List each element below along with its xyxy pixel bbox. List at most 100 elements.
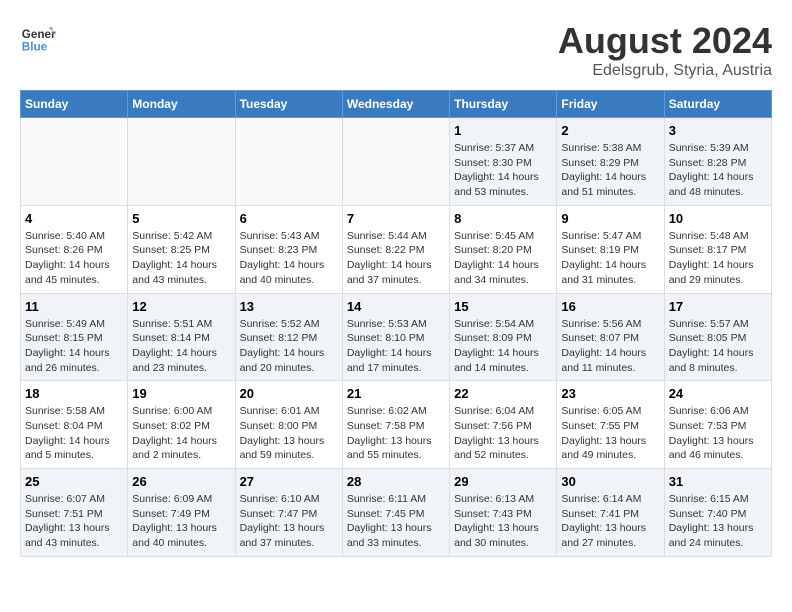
- day-number: 15: [454, 299, 552, 314]
- day-info: Sunrise: 6:13 AM Sunset: 7:43 PM Dayligh…: [454, 492, 552, 551]
- calendar-cell: 5 Sunrise: 5:42 AM Sunset: 8:25 PM Daylig…: [128, 205, 235, 293]
- day-number: 20: [240, 386, 338, 401]
- day-number: 22: [454, 386, 552, 401]
- day-header-saturday: Saturday: [664, 91, 771, 118]
- day-info: Sunrise: 5:49 AM Sunset: 8:15 PM Dayligh…: [25, 317, 123, 376]
- day-header-thursday: Thursday: [450, 91, 557, 118]
- svg-text:General: General: [22, 28, 56, 41]
- day-info: Sunrise: 5:44 AM Sunset: 8:22 PM Dayligh…: [347, 229, 445, 288]
- logo-icon: General Blue: [20, 20, 56, 56]
- day-info: Sunrise: 5:54 AM Sunset: 8:09 PM Dayligh…: [454, 317, 552, 376]
- day-number: 30: [561, 474, 659, 489]
- calendar-cell: 11 Sunrise: 5:49 AM Sunset: 8:15 PM Dayli…: [21, 293, 128, 381]
- calendar-cell: 1 Sunrise: 5:37 AM Sunset: 8:30 PM Daylig…: [450, 118, 557, 206]
- calendar-body: 1 Sunrise: 5:37 AM Sunset: 8:30 PM Daylig…: [21, 118, 772, 557]
- day-info: Sunrise: 6:07 AM Sunset: 7:51 PM Dayligh…: [25, 492, 123, 551]
- day-number: 16: [561, 299, 659, 314]
- day-number: 1: [454, 123, 552, 138]
- day-number: 14: [347, 299, 445, 314]
- calendar-cell: 6 Sunrise: 5:43 AM Sunset: 8:23 PM Daylig…: [235, 205, 342, 293]
- day-info: Sunrise: 6:00 AM Sunset: 8:02 PM Dayligh…: [132, 404, 230, 463]
- day-info: Sunrise: 5:53 AM Sunset: 8:10 PM Dayligh…: [347, 317, 445, 376]
- day-header-sunday: Sunday: [21, 91, 128, 118]
- calendar-cell: 23Sunrise: 6:05 AM Sunset: 7:55 PM Dayli…: [557, 381, 664, 469]
- calendar-cell: 13 Sunrise: 5:52 AM Sunset: 8:12 PM Dayli…: [235, 293, 342, 381]
- logo: General Blue: [20, 20, 56, 56]
- day-info: Sunrise: 5:42 AM Sunset: 8:25 PM Dayligh…: [132, 229, 230, 288]
- calendar-week-4: 25 Sunrise: 6:07 AM Sunset: 7:51 PM Dayli…: [21, 469, 772, 557]
- day-header-row: SundayMondayTuesdayWednesdayThursdayFrid…: [21, 91, 772, 118]
- day-number: 28: [347, 474, 445, 489]
- calendar-cell: 7 Sunrise: 5:44 AM Sunset: 8:22 PM Daylig…: [342, 205, 449, 293]
- page-title: August 2024: [558, 20, 772, 62]
- day-number: 29: [454, 474, 552, 489]
- calendar-cell: [21, 118, 128, 206]
- calendar-cell: [235, 118, 342, 206]
- day-info: Sunrise: 5:58 AM Sunset: 8:04 PM Dayligh…: [25, 404, 123, 463]
- day-info: Sunrise: 6:09 AM Sunset: 7:49 PM Dayligh…: [132, 492, 230, 551]
- calendar-cell: 17Sunrise: 5:57 AM Sunset: 8:05 PM Dayli…: [664, 293, 771, 381]
- day-number: 12: [132, 299, 230, 314]
- day-number: 21: [347, 386, 445, 401]
- day-info: Sunrise: 5:57 AM Sunset: 8:05 PM Dayligh…: [669, 317, 767, 376]
- day-number: 9: [561, 211, 659, 226]
- day-info: Sunrise: 6:04 AM Sunset: 7:56 PM Dayligh…: [454, 404, 552, 463]
- calendar-cell: 2Sunrise: 5:38 AM Sunset: 8:29 PM Daylig…: [557, 118, 664, 206]
- day-info: Sunrise: 5:51 AM Sunset: 8:14 PM Dayligh…: [132, 317, 230, 376]
- day-number: 8: [454, 211, 552, 226]
- day-info: Sunrise: 5:47 AM Sunset: 8:19 PM Dayligh…: [561, 229, 659, 288]
- calendar-cell: 25 Sunrise: 6:07 AM Sunset: 7:51 PM Dayli…: [21, 469, 128, 557]
- calendar-cell: 24 Sunrise: 6:06 AM Sunset: 7:53 PM Dayli…: [664, 381, 771, 469]
- day-number: 25: [25, 474, 123, 489]
- calendar-cell: 16 Sunrise: 5:56 AM Sunset: 8:07 PM Dayli…: [557, 293, 664, 381]
- calendar-cell: 31 Sunrise: 6:15 AM Sunset: 7:40 PM Dayli…: [664, 469, 771, 557]
- calendar-cell: 21Sunrise: 6:02 AM Sunset: 7:58 PM Dayli…: [342, 381, 449, 469]
- day-header-wednesday: Wednesday: [342, 91, 449, 118]
- calendar-cell: 3 Sunrise: 5:39 AM Sunset: 8:28 PM Daylig…: [664, 118, 771, 206]
- day-info: Sunrise: 5:56 AM Sunset: 8:07 PM Dayligh…: [561, 317, 659, 376]
- day-info: Sunrise: 6:01 AM Sunset: 8:00 PM Dayligh…: [240, 404, 338, 463]
- day-info: Sunrise: 5:37 AM Sunset: 8:30 PM Dayligh…: [454, 141, 552, 200]
- day-number: 13: [240, 299, 338, 314]
- calendar-cell: 15 Sunrise: 5:54 AM Sunset: 8:09 PM Dayli…: [450, 293, 557, 381]
- calendar-cell: 28 Sunrise: 6:11 AM Sunset: 7:45 PM Dayli…: [342, 469, 449, 557]
- calendar-cell: 10 Sunrise: 5:48 AM Sunset: 8:17 PM Dayli…: [664, 205, 771, 293]
- day-info: Sunrise: 5:38 AM Sunset: 8:29 PM Dayligh…: [561, 141, 659, 200]
- day-info: Sunrise: 6:06 AM Sunset: 7:53 PM Dayligh…: [669, 404, 767, 463]
- day-header-friday: Friday: [557, 91, 664, 118]
- calendar-week-1: 4Sunrise: 5:40 AM Sunset: 8:26 PM Daylig…: [21, 205, 772, 293]
- day-number: 24: [669, 386, 767, 401]
- day-header-monday: Monday: [128, 91, 235, 118]
- calendar-cell: 18Sunrise: 5:58 AM Sunset: 8:04 PM Dayli…: [21, 381, 128, 469]
- calendar-header: SundayMondayTuesdayWednesdayThursdayFrid…: [21, 91, 772, 118]
- day-number: 6: [240, 211, 338, 226]
- day-number: 7: [347, 211, 445, 226]
- calendar-cell: 26 Sunrise: 6:09 AM Sunset: 7:49 PM Dayli…: [128, 469, 235, 557]
- day-info: Sunrise: 5:52 AM Sunset: 8:12 PM Dayligh…: [240, 317, 338, 376]
- page-header: General Blue August 2024 Edelsgrub, Styr…: [20, 20, 772, 80]
- day-number: 19: [132, 386, 230, 401]
- calendar-cell: 12 Sunrise: 5:51 AM Sunset: 8:14 PM Dayli…: [128, 293, 235, 381]
- calendar-week-0: 1 Sunrise: 5:37 AM Sunset: 8:30 PM Daylig…: [21, 118, 772, 206]
- day-info: Sunrise: 5:48 AM Sunset: 8:17 PM Dayligh…: [669, 229, 767, 288]
- calendar-cell: 19 Sunrise: 6:00 AM Sunset: 8:02 PM Dayli…: [128, 381, 235, 469]
- day-info: Sunrise: 5:39 AM Sunset: 8:28 PM Dayligh…: [669, 141, 767, 200]
- day-number: 5: [132, 211, 230, 226]
- day-number: 11: [25, 299, 123, 314]
- day-info: Sunrise: 6:15 AM Sunset: 7:40 PM Dayligh…: [669, 492, 767, 551]
- calendar-cell: 20 Sunrise: 6:01 AM Sunset: 8:00 PM Dayli…: [235, 381, 342, 469]
- day-number: 10: [669, 211, 767, 226]
- day-info: Sunrise: 6:11 AM Sunset: 7:45 PM Dayligh…: [347, 492, 445, 551]
- calendar-cell: 8 Sunrise: 5:45 AM Sunset: 8:20 PM Daylig…: [450, 205, 557, 293]
- day-info: Sunrise: 6:10 AM Sunset: 7:47 PM Dayligh…: [240, 492, 338, 551]
- day-number: 3: [669, 123, 767, 138]
- calendar-cell: [342, 118, 449, 206]
- page-subtitle: Edelsgrub, Styria, Austria: [558, 62, 772, 80]
- day-info: Sunrise: 5:45 AM Sunset: 8:20 PM Dayligh…: [454, 229, 552, 288]
- calendar-cell: 29 Sunrise: 6:13 AM Sunset: 7:43 PM Dayli…: [450, 469, 557, 557]
- calendar-cell: 14 Sunrise: 5:53 AM Sunset: 8:10 PM Dayli…: [342, 293, 449, 381]
- day-info: Sunrise: 5:43 AM Sunset: 8:23 PM Dayligh…: [240, 229, 338, 288]
- day-number: 26: [132, 474, 230, 489]
- day-number: 31: [669, 474, 767, 489]
- calendar-table: SundayMondayTuesdayWednesdayThursdayFrid…: [20, 90, 772, 557]
